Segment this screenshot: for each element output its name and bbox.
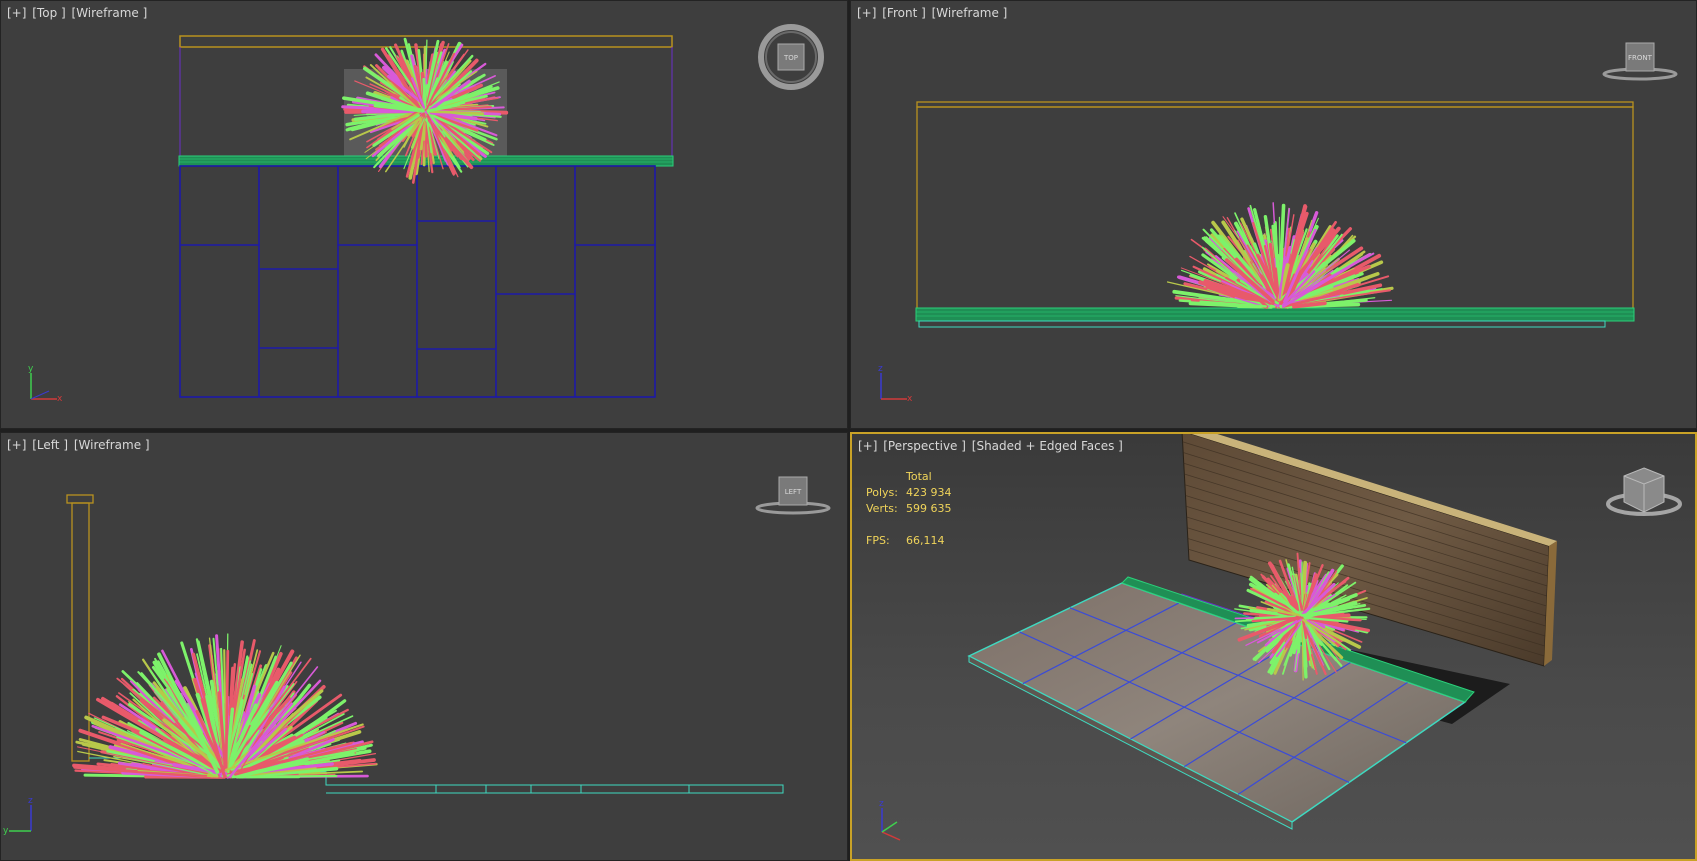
viewport-menu-plus[interactable]: [+] (7, 438, 26, 452)
viewport-grid: [+] [Top ] [Wireframe ] y x TOP [+] [Fro… (0, 0, 1697, 861)
axis-tripod-icon: z y (3, 796, 33, 836)
front-view-scene: z x (878, 101, 1635, 404)
viewport-shading-mode[interactable]: [Shaded + Edged Faces ] (972, 439, 1123, 453)
viewcube-icon[interactable]: FRONT (1600, 39, 1680, 83)
viewport-shading-mode[interactable]: [Wireframe ] (74, 438, 150, 452)
statistics-overlay: Total Polys: 423 934 Verts: 599 635 FPS: 66… (866, 470, 952, 550)
viewport-shading-mode[interactable]: [Wireframe ] (932, 6, 1008, 20)
svg-text:z: z (878, 364, 883, 374)
hedge-strip (915, 307, 1635, 322)
polys-label: Polys: (866, 486, 898, 499)
wall-cap-outline (66, 494, 94, 504)
left-view-scene: z y (3, 494, 784, 836)
viewport-shading-mode[interactable]: [Wireframe ] (72, 6, 148, 20)
top-view-scene: y x (28, 35, 674, 404)
viewport-label-perspective[interactable]: [+] [Perspective ] [Shaded + Edged Faces… (858, 439, 1125, 453)
svg-text:x: x (907, 394, 913, 404)
svg-text:y: y (28, 364, 34, 374)
viewport-label-left[interactable]: [+] [Left ] [Wireframe ] (7, 438, 152, 452)
paving-tiles (435, 785, 690, 793)
foliage-blade (422, 77, 427, 109)
viewport-left[interactable]: [+] [Left ] [Wireframe ] z y LEFT (0, 432, 848, 861)
svg-text:z: z (28, 796, 33, 806)
viewport-view-name[interactable]: [Front ] (882, 6, 926, 20)
fps-value: 66,114 (906, 534, 945, 547)
svg-text:LEFT: LEFT (785, 488, 802, 496)
perspective-scene: z (879, 434, 1557, 841)
viewport-menu-plus[interactable]: [+] (857, 6, 876, 20)
fps-label: FPS: (866, 534, 890, 547)
wall-outline (179, 35, 673, 48)
viewport-view-name[interactable]: [Top ] (32, 6, 65, 20)
plant-foliage (1166, 202, 1394, 309)
steering-wheel-icon[interactable]: TOP (755, 23, 827, 95)
stats-header: Total (906, 470, 932, 483)
plant-foliage (72, 633, 378, 779)
verts-value: 599 635 (906, 502, 952, 515)
viewcube-icon[interactable]: LEFT (753, 473, 833, 517)
viewport-top[interactable]: [+] [Top ] [Wireframe ] y x TOP (0, 0, 848, 429)
axis-tripod-icon: z x (878, 364, 913, 404)
axis-tripod-icon: y x (28, 364, 63, 404)
verts-label: Verts: (866, 502, 898, 515)
wall-top-outline (916, 101, 1634, 108)
svg-text:FRONT: FRONT (1628, 54, 1653, 62)
viewport-menu-plus[interactable]: [+] (858, 439, 877, 453)
svg-text:y: y (3, 826, 9, 836)
wall-outline (71, 502, 90, 762)
viewport-label-top[interactable]: [+] [Top ] [Wireframe ] (7, 6, 149, 20)
axis-tripod-icon: z (879, 799, 901, 841)
polys-value: 423 934 (906, 486, 952, 499)
viewport-label-front[interactable]: [+] [Front ] [Wireframe ] (857, 6, 1009, 20)
viewport-view-name[interactable]: [Left ] (32, 438, 68, 452)
viewport-view-name[interactable]: [Perspective ] (883, 439, 966, 453)
foliage-blade (235, 774, 338, 779)
foliage-blade (224, 649, 230, 770)
svg-text:x: x (57, 394, 63, 404)
svg-text:TOP: TOP (783, 54, 798, 62)
viewport-perspective[interactable]: [+] [Perspective ] [Shaded + Edged Faces… (850, 432, 1697, 861)
svg-text:z: z (879, 799, 884, 809)
paving-tiles (179, 165, 656, 398)
viewport-menu-plus[interactable]: [+] (7, 6, 26, 20)
viewcube-icon[interactable] (1604, 462, 1684, 528)
viewport-front[interactable]: [+] [Front ] [Wireframe ] z x FRONT (850, 0, 1697, 429)
paving-edge (918, 320, 1606, 328)
